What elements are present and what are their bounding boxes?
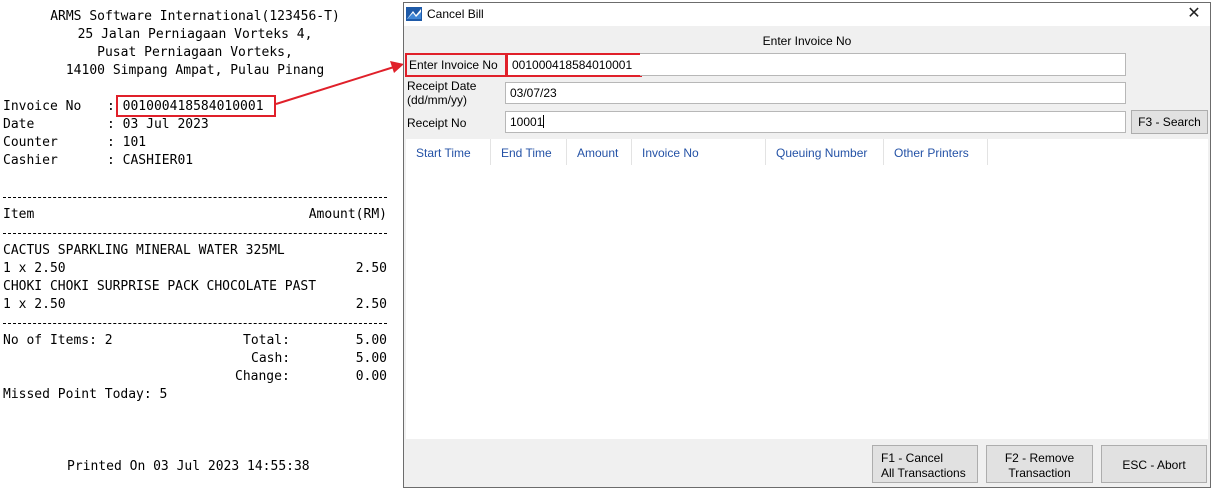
- item-amount: 2.50: [355, 261, 387, 276]
- address-line-3: 14100 Simpang Ampat, Pulau Pinang: [65, 63, 325, 78]
- receipt-field-date: Date: 03 Jul 2023: [3, 117, 209, 132]
- address-line-1: 25 Jalan Perniagaan Vorteks 4,: [77, 27, 313, 42]
- app-logo-icon: [406, 7, 422, 21]
- transactions-grid[interactable]: Start Time End Time Amount Invoice No Qu…: [406, 139, 1208, 439]
- receipt: ARMS Software International(123456-T) 25…: [0, 0, 400, 491]
- search-button[interactable]: F3 - Search: [1131, 110, 1208, 134]
- invoice-label: Enter Invoice No: [405, 53, 507, 77]
- missed-point: Missed Point Today: 5: [3, 387, 168, 402]
- address-line-2: Pusat Perniagaan Vorteks,: [97, 45, 293, 60]
- cash-value: 5.00: [355, 351, 387, 366]
- total-value: 5.00: [355, 333, 387, 348]
- dialog-heading: Enter Invoice No: [762, 34, 852, 48]
- receipt-no-input[interactable]: 10001: [505, 111, 1126, 133]
- receipt-field-counter: Counter: 101: [3, 135, 147, 150]
- field-label: Invoice No: [3, 99, 82, 114]
- receipt-no-value: 10001: [510, 115, 544, 129]
- abort-button[interactable]: ESC - Abort: [1101, 445, 1207, 483]
- item-name: CACTUS SPARKLING MINERAL WATER 325ML: [3, 243, 285, 258]
- receipt-field-cashier: Cashier: CASHIER01: [3, 153, 194, 168]
- receipt-date-label-line1: Receipt Date: [407, 79, 477, 93]
- item-name: CHOKI CHOKI SURPRISE PACK CHOCOLATE PAST: [3, 279, 317, 294]
- field-label: Date: [3, 117, 35, 132]
- invoice-no-input-extension[interactable]: [640, 53, 1126, 76]
- column-amount[interactable]: Amount: [567, 139, 632, 165]
- divider: [3, 197, 387, 198]
- dialog-title: Cancel Bill: [427, 7, 484, 21]
- invoice-highlight-box: [116, 95, 276, 117]
- field-label: Counter: [3, 135, 58, 150]
- divider: [3, 323, 387, 324]
- receipt-date-label-line2: (dd/mm/yy): [407, 93, 467, 107]
- column-invoice-no[interactable]: Invoice No: [632, 139, 766, 165]
- column-other-printers[interactable]: Other Printers: [884, 139, 988, 165]
- field-value: 101: [122, 135, 147, 150]
- close-icon[interactable]: ✕: [1184, 4, 1204, 24]
- button-label-line1: F1 - Cancel: [881, 451, 944, 465]
- column-queuing-number[interactable]: Queuing Number: [766, 139, 884, 165]
- receipt-date-label: Receipt Date (dd/mm/yy): [407, 79, 476, 107]
- text-caret: [543, 115, 545, 128]
- invoice-no-input[interactable]: 001000418584010001: [506, 53, 642, 77]
- amount-header: Amount(RM): [308, 207, 387, 222]
- button-label-line1: F2 - Remove: [1004, 451, 1075, 465]
- column-end-time[interactable]: End Time: [491, 139, 567, 165]
- cancel-bill-dialog: Cancel Bill ✕ Enter Invoice No Enter Inv…: [403, 2, 1211, 488]
- button-label-line2: All Transactions: [881, 466, 966, 480]
- title-bar[interactable]: Cancel Bill ✕: [404, 3, 1210, 26]
- divider: [3, 233, 387, 234]
- button-label-line2: Transaction: [1008, 466, 1071, 480]
- company-name: ARMS Software International(123456-T): [50, 9, 340, 24]
- field-label: Cashier: [3, 153, 58, 168]
- field-value: CASHIER01: [122, 153, 194, 168]
- cancel-all-transactions-button[interactable]: F1 - Cancel All Transactions: [872, 445, 978, 483]
- field-value: 03 Jul 2023: [122, 117, 209, 132]
- column-start-time[interactable]: Start Time: [406, 139, 491, 165]
- receipt-date-input[interactable]: 03/07/23: [505, 82, 1126, 104]
- printed-on: Printed On 03 Jul 2023 14:55:38: [67, 459, 310, 474]
- receipt-no-label: Receipt No: [407, 116, 467, 130]
- change-value: 0.00: [355, 369, 387, 384]
- item-amount: 2.50: [355, 297, 387, 312]
- remove-transaction-button[interactable]: F2 - Remove Transaction: [986, 445, 1093, 483]
